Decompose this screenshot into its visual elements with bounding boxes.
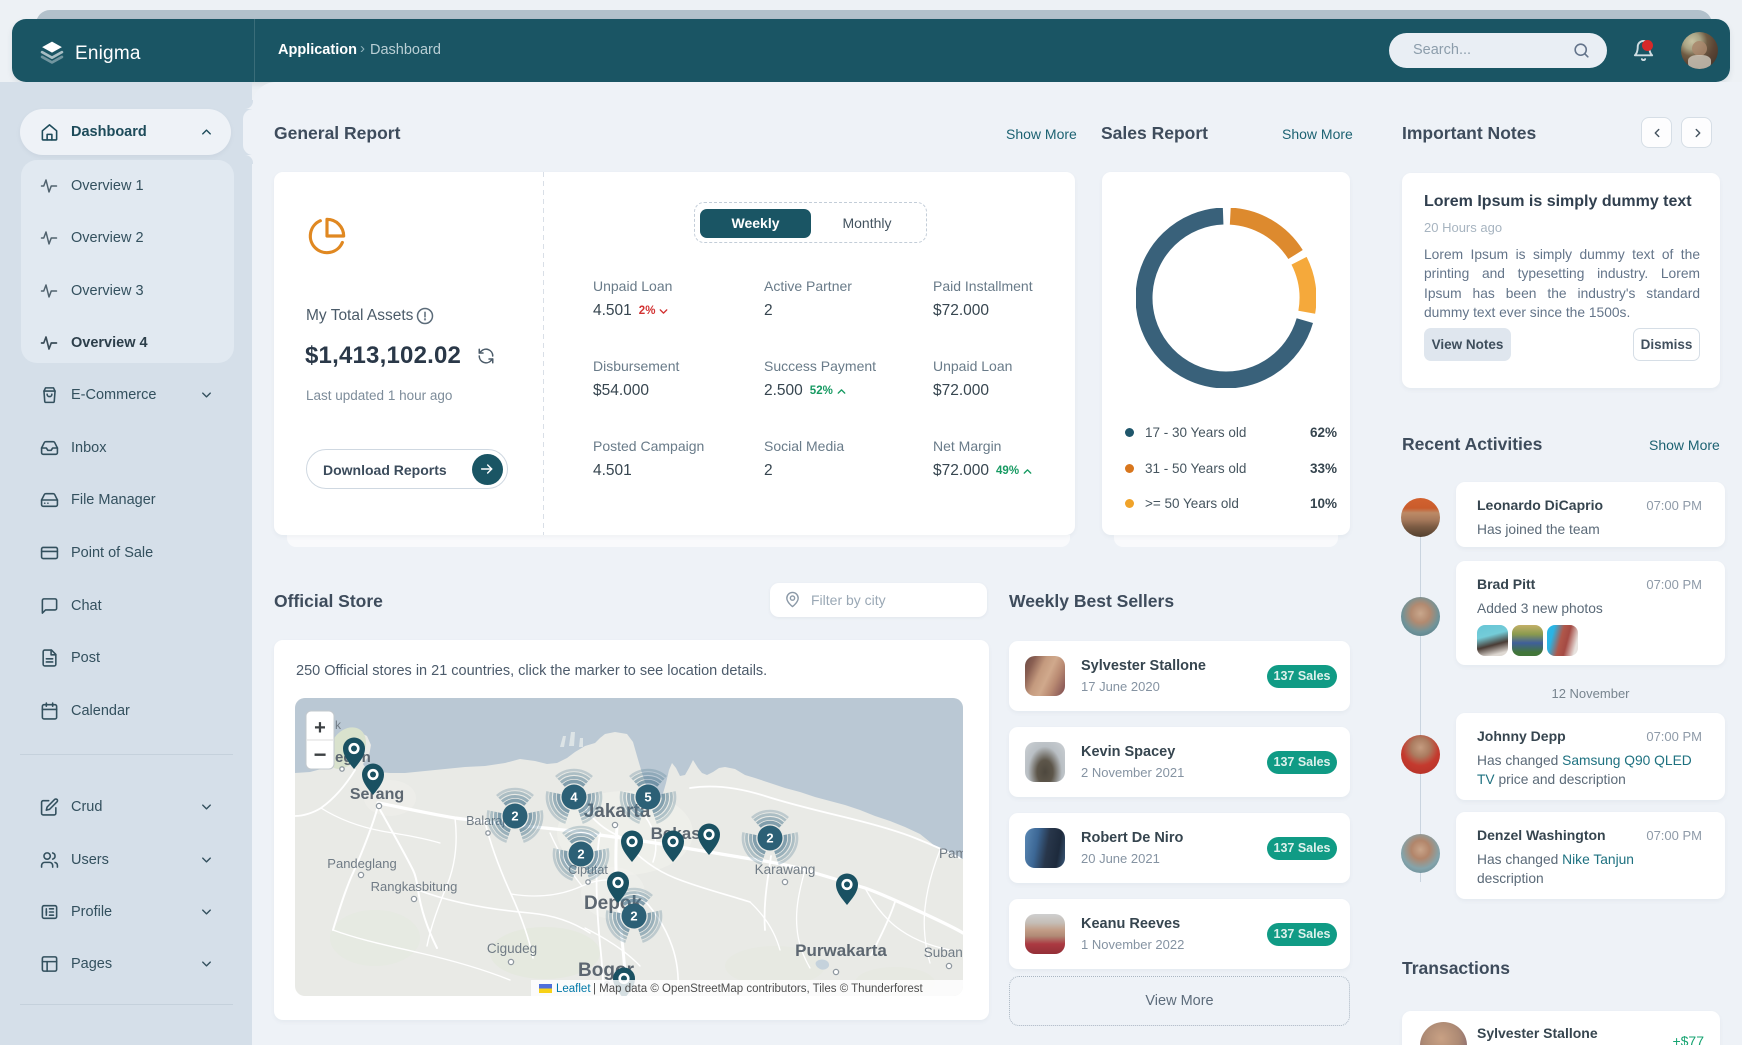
svg-text:2: 2 — [511, 809, 518, 824]
svg-text:Pandeglang: Pandeglang — [327, 856, 396, 871]
svg-text:+: + — [314, 717, 326, 739]
svg-text:2: 2 — [630, 909, 637, 924]
svg-text:Purwakarta: Purwakarta — [795, 941, 887, 960]
svg-text:k: k — [335, 718, 342, 732]
svg-text:Karawang: Karawang — [755, 862, 816, 877]
svg-text:| Map data © OpenStreetMap con: | Map data © OpenStreetMap contributors,… — [593, 983, 924, 995]
svg-text:4: 4 — [570, 790, 578, 805]
svg-text:Cigudeg: Cigudeg — [487, 941, 537, 956]
svg-text:−: − — [314, 742, 327, 767]
svg-text:2: 2 — [577, 847, 584, 862]
svg-text:2: 2 — [766, 831, 773, 846]
svg-text:5: 5 — [644, 790, 651, 805]
svg-text:Rangkasbitung: Rangkasbitung — [371, 879, 458, 894]
svg-text:Leaflet: Leaflet — [556, 983, 591, 995]
svg-text:Pamanukan: Pamanukan — [939, 846, 963, 861]
svg-text:Subang: Subang — [924, 945, 963, 960]
